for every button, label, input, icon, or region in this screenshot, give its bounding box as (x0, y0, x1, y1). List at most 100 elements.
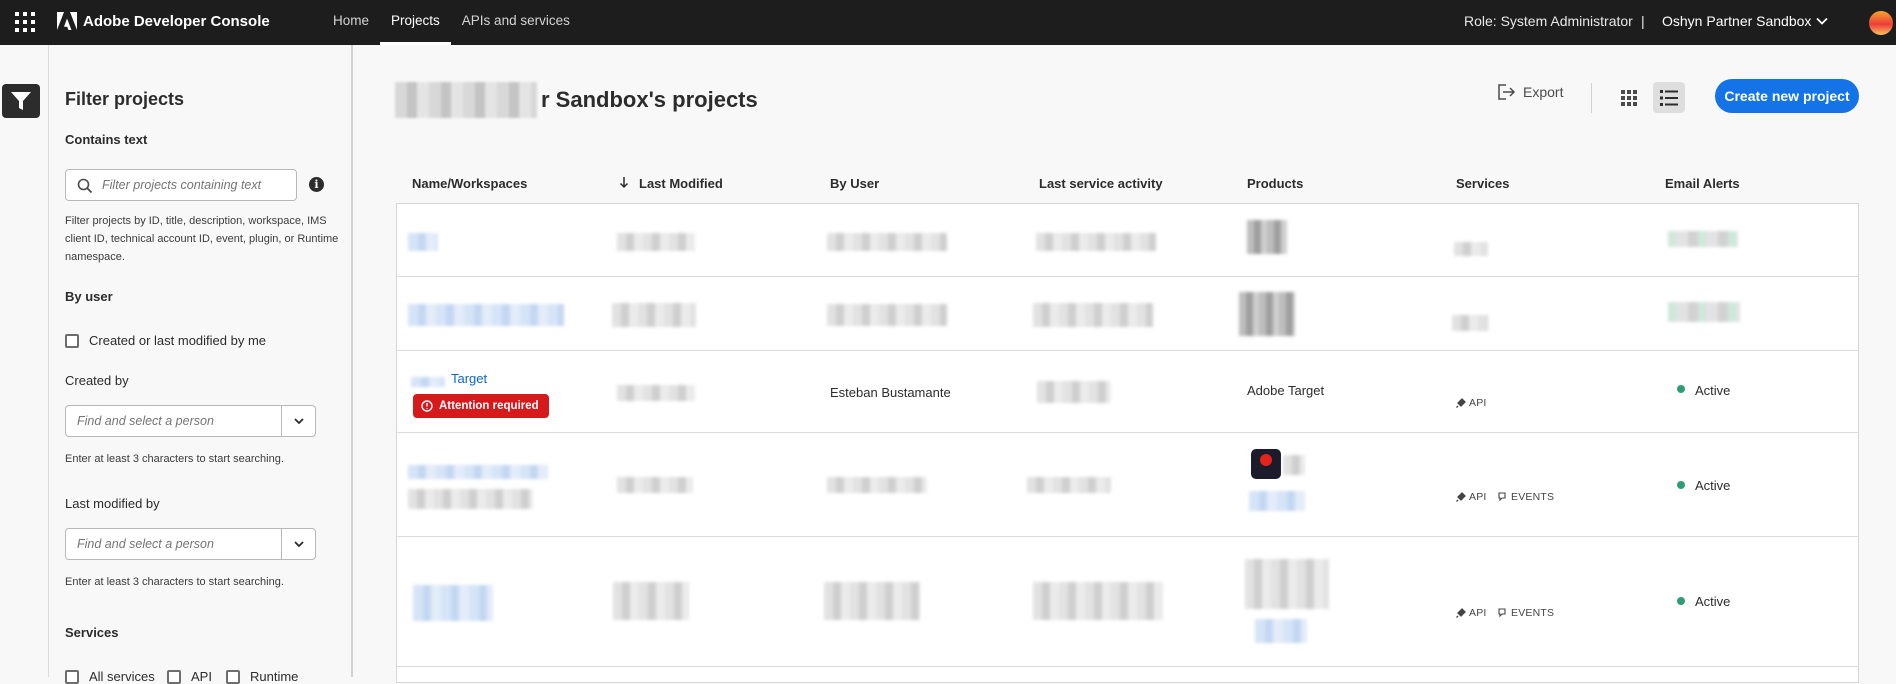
sort-arrow-icon[interactable] (619, 177, 629, 189)
service-tag-api: API (1456, 607, 1487, 619)
column-header-services[interactable]: Services (1456, 176, 1510, 191)
runtime-checkbox[interactable] (226, 670, 240, 684)
view-divider (1591, 83, 1592, 113)
column-header-last-service-activity[interactable]: Last service activity (1039, 176, 1163, 191)
redacted-user (827, 233, 947, 251)
created-by-input[interactable] (77, 412, 277, 430)
contains-text-help: Filter projects by ID, title, descriptio… (65, 215, 339, 263)
redacted-product-2 (1255, 619, 1307, 643)
service-tag-api: API (1456, 397, 1487, 409)
chevron-down-icon (293, 418, 304, 425)
redacted-last-modified (612, 303, 696, 327)
table-row[interactable]: API EVENTS Active (397, 537, 1858, 667)
active-status-dot (1677, 481, 1685, 489)
redacted-activity (1037, 381, 1111, 403)
grid-view-button[interactable] (1614, 84, 1644, 112)
redacted-service (1452, 315, 1488, 331)
page-title: r Sandbox's projects (395, 82, 758, 118)
last-modified-by-help: Enter at least 3 characters to start sea… (65, 576, 284, 588)
filter-toggle-button[interactable] (2, 84, 40, 118)
filter-search-field[interactable] (65, 169, 297, 201)
filter-icon (11, 92, 31, 110)
created-by-label: Created by (65, 373, 129, 388)
column-header-email-alerts[interactable]: Email Alerts (1665, 176, 1740, 191)
project-name-link[interactable]: Target (451, 371, 487, 386)
nav-apis-and-services[interactable]: APIs and services (451, 0, 581, 45)
column-header-name[interactable]: Name/Workspaces (412, 176, 527, 191)
top-bar: Adobe Developer Console Home Projects AP… (0, 0, 1896, 45)
table-row[interactable] (397, 277, 1858, 351)
created-or-modified-by-me-checkbox[interactable] (65, 334, 79, 348)
created-by-picker[interactable] (65, 405, 316, 437)
org-switcher[interactable]: Oshyn Partner Sandbox (1662, 13, 1811, 29)
product-value: Adobe Target (1247, 383, 1325, 398)
events-icon (1498, 608, 1506, 618)
redacted-user (824, 582, 920, 620)
export-button[interactable]: Export (1497, 84, 1563, 100)
last-modified-by-input[interactable] (77, 535, 277, 553)
brand[interactable]: Adobe Developer Console (57, 12, 270, 30)
all-services-checkbox[interactable] (65, 670, 79, 684)
by-user-value: Esteban Bustamante (830, 385, 951, 400)
contains-text-heading: Contains text (65, 132, 148, 147)
export-icon (1498, 84, 1515, 100)
export-label: Export (1523, 84, 1564, 100)
created-by-help: Enter at least 3 characters to start sea… (65, 453, 284, 465)
table-row[interactable]: Target Attention required Esteban Bustam… (397, 351, 1858, 433)
service-tag-events: EVENTS (1498, 491, 1554, 503)
redacted-activity (1033, 582, 1163, 620)
redacted-product-2 (1249, 491, 1305, 511)
redacted-last-modified (617, 233, 695, 251)
attention-required-badge[interactable]: Attention required (413, 394, 549, 418)
active-status-dot (1677, 385, 1685, 393)
email-alert-status: Active (1695, 478, 1731, 493)
column-header-last-modified[interactable]: Last Modified (639, 176, 723, 191)
by-user-heading: By user (65, 289, 113, 304)
list-view-button[interactable] (1653, 82, 1685, 113)
last-modified-by-dropdown-button[interactable] (281, 529, 315, 559)
redacted-alert (1668, 231, 1738, 247)
redacted-last-modified (617, 477, 693, 493)
last-modified-by-picker[interactable] (65, 528, 316, 560)
redacted-project-name[interactable] (408, 304, 564, 326)
redacted-product (1247, 220, 1287, 254)
column-header-products[interactable]: Products (1247, 176, 1303, 191)
api-checkbox[interactable] (167, 670, 181, 684)
avatar[interactable] (1869, 11, 1893, 35)
chevron-down-icon[interactable] (1815, 14, 1829, 28)
redacted-org-name (395, 82, 537, 118)
redacted-activity (1036, 233, 1156, 251)
table-row[interactable] (397, 204, 1858, 277)
api-plug-icon (1456, 492, 1466, 502)
alert-icon (421, 400, 433, 412)
grid-view-icon (1621, 90, 1637, 106)
redacted-project-prefix (411, 377, 445, 387)
nav-projects[interactable]: Projects (380, 0, 451, 45)
redacted-project-name[interactable] (408, 465, 548, 479)
info-icon[interactable]: i (309, 177, 324, 192)
service-tag-api: API (1456, 491, 1487, 503)
chevron-down-icon (293, 541, 304, 548)
redacted-product (1239, 292, 1295, 336)
search-icon (77, 178, 93, 194)
redacted-last-modified (617, 385, 695, 401)
create-new-project-button[interactable]: Create new project (1715, 79, 1859, 113)
redacted-service (1454, 242, 1488, 256)
email-alert-status: Active (1695, 594, 1731, 609)
nav-home[interactable]: Home (322, 0, 380, 45)
table-row[interactable]: API EVENTS Active (397, 433, 1858, 537)
redacted-activity (1033, 303, 1153, 327)
apps-icon[interactable] (15, 12, 35, 32)
page-title-text: r Sandbox's projects (541, 87, 758, 112)
redacted-product-name (1283, 455, 1305, 475)
api-plug-icon (1456, 608, 1466, 618)
filter-title: Filter projects (65, 89, 185, 109)
created-by-dropdown-button[interactable] (281, 406, 315, 436)
services-heading: Services (65, 625, 119, 640)
redacted-project-name[interactable] (408, 233, 438, 251)
redacted-project-name[interactable] (413, 585, 493, 621)
filter-search-input[interactable] (102, 176, 288, 194)
column-header-by-user[interactable]: By User (830, 176, 879, 191)
attention-required-label: Attention required (439, 400, 539, 412)
api-plug-icon (1456, 398, 1466, 408)
